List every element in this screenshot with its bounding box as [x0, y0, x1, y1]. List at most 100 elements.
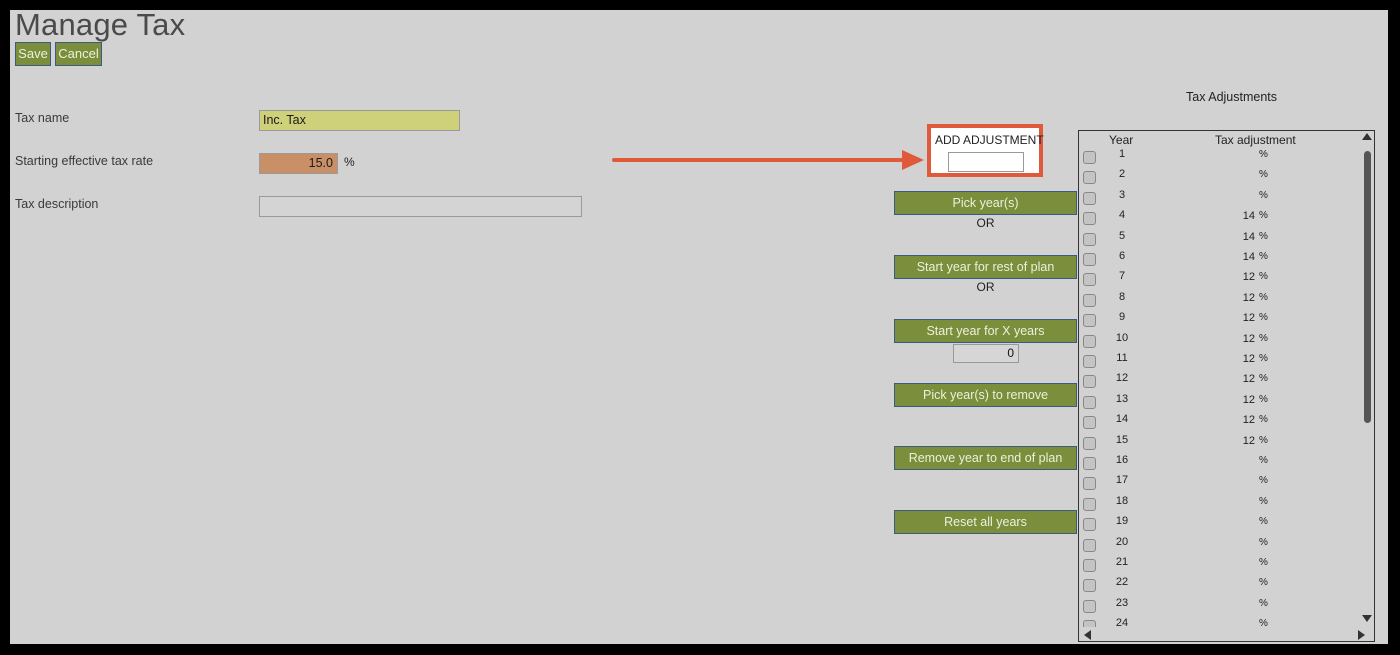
starting-tax-rate-label: Starting effective tax rate: [15, 154, 154, 168]
row-percent-sign: %: [1259, 597, 1268, 609]
row-percent-sign: %: [1259, 455, 1268, 466]
row-checkbox[interactable]: [1083, 457, 1096, 470]
tax-name-input[interactable]: Inc. Tax: [259, 110, 460, 131]
row-percent-sign: %: [1259, 516, 1268, 528]
row-percent-sign: %: [1259, 230, 1268, 242]
row-checkbox[interactable]: [1083, 579, 1096, 593]
chevron-left-icon[interactable]: [1084, 630, 1091, 640]
row-checkbox[interactable]: [1083, 477, 1096, 491]
row-checkbox[interactable]: [1083, 559, 1096, 572]
percent-sign: %: [344, 155, 355, 169]
row-checkbox[interactable]: [1083, 599, 1096, 613]
row-checkbox[interactable]: [1083, 497, 1096, 511]
row-adjustment-value[interactable]: 14: [1215, 251, 1255, 263]
chevron-right-icon[interactable]: [1358, 630, 1365, 640]
pick-years-button[interactable]: Pick year(s): [894, 191, 1077, 215]
reset-all-years-button[interactable]: Reset all years: [894, 510, 1077, 534]
row-adjustment-value[interactable]: 14: [1215, 231, 1255, 243]
row-percent-sign: %: [1259, 251, 1268, 262]
page-title: Manage Tax: [15, 10, 186, 42]
row-year: 4: [1118, 209, 1126, 222]
row-checkbox[interactable]: [1083, 293, 1096, 307]
row-checkbox[interactable]: [1083, 191, 1096, 205]
row-percent-sign: %: [1259, 149, 1268, 160]
row-adjustment-value[interactable]: 12: [1215, 333, 1255, 345]
table-row: 10 12%: [1079, 331, 1359, 351]
start-year-x-years-button[interactable]: Start year for X years: [894, 319, 1077, 343]
row-checkbox[interactable]: [1083, 273, 1096, 287]
row-year: 8: [1118, 290, 1126, 303]
scrollbar-thumb[interactable]: [1364, 151, 1371, 423]
row-percent-sign: %: [1259, 353, 1268, 364]
row-checkbox[interactable]: [1083, 416, 1096, 430]
tax-description-input[interactable]: [259, 196, 582, 217]
table-row: 3%: [1079, 188, 1359, 208]
row-adjustment-value[interactable]: 12: [1215, 292, 1255, 304]
row-checkbox[interactable]: [1083, 395, 1096, 409]
row-year: 13: [1115, 392, 1129, 405]
chevron-up-icon[interactable]: [1362, 133, 1372, 140]
row-percent-sign: %: [1259, 291, 1268, 303]
save-button[interactable]: Save: [15, 42, 51, 66]
table-row: 13 12%: [1079, 392, 1359, 412]
starting-tax-rate-input[interactable]: 15.0: [259, 153, 338, 174]
app-window: Manage Tax Save Cancel Tax name Inc. Tax…: [10, 10, 1388, 644]
start-year-rest-of-plan-button[interactable]: Start year for rest of plan: [894, 255, 1077, 279]
row-adjustment-value[interactable]: 12: [1215, 271, 1255, 283]
row-percent-sign: %: [1259, 557, 1268, 568]
row-year: 2: [1118, 168, 1126, 181]
arrow-right-icon: [612, 150, 924, 170]
table-row: 19%: [1079, 514, 1359, 534]
column-header-tax-adjustment: Tax adjustment: [1215, 133, 1296, 147]
row-year: 21: [1115, 556, 1129, 568]
tax-adjustments-table[interactable]: Year Tax adjustment 1% 2% 3% 4 14% 5 14% 6 14% 7 1…: [1078, 130, 1375, 642]
row-checkbox[interactable]: [1083, 212, 1096, 226]
row-checkbox[interactable]: [1083, 232, 1096, 246]
row-year: 1: [1118, 148, 1126, 160]
row-adjustment-value[interactable]: 12: [1215, 394, 1255, 406]
row-checkbox[interactable]: [1083, 355, 1096, 368]
row-checkbox[interactable]: [1083, 253, 1096, 266]
add-adjustment-box: ADD ADJUSTMENT: [927, 124, 1044, 177]
row-percent-sign: %: [1259, 475, 1268, 487]
table-row: 23%: [1079, 596, 1359, 616]
row-checkbox[interactable]: [1083, 518, 1096, 532]
row-checkbox[interactable]: [1083, 436, 1096, 450]
row-percent-sign: %: [1259, 577, 1268, 589]
row-checkbox[interactable]: [1083, 151, 1096, 164]
tax-description-label: Tax description: [15, 197, 99, 211]
remove-year-to-end-button[interactable]: Remove year to end of plan: [894, 446, 1077, 470]
row-year: 14: [1115, 413, 1129, 426]
x-years-input[interactable]: 0: [953, 344, 1019, 363]
row-year: 19: [1115, 515, 1129, 528]
row-checkbox[interactable]: [1083, 538, 1096, 552]
row-checkbox[interactable]: [1083, 171, 1096, 185]
vertical-scrollbar[interactable]: [1360, 131, 1374, 627]
add-adjustment-input[interactable]: [948, 152, 1024, 172]
row-year: 17: [1115, 474, 1129, 487]
row-year: 22: [1115, 576, 1129, 589]
row-adjustment-value[interactable]: 12: [1215, 414, 1255, 426]
pick-years-to-remove-button[interactable]: Pick year(s) to remove: [894, 383, 1077, 407]
chevron-down-icon[interactable]: [1362, 615, 1372, 622]
row-adjustment-value[interactable]: 12: [1215, 435, 1255, 447]
row-year: 18: [1115, 494, 1129, 507]
row-adjustment-value[interactable]: 12: [1215, 373, 1255, 385]
row-adjustment-value[interactable]: 12: [1215, 353, 1255, 365]
column-header-year: Year: [1109, 133, 1134, 147]
row-percent-sign: %: [1259, 536, 1268, 548]
row-adjustment-value[interactable]: 14: [1215, 210, 1255, 222]
table-row: 20%: [1079, 535, 1359, 555]
table-row: 12 12%: [1079, 371, 1359, 391]
table-row: 17%: [1079, 473, 1359, 493]
cancel-button[interactable]: Cancel: [55, 42, 102, 66]
add-adjustment-label: ADD ADJUSTMENT: [935, 133, 1044, 147]
table-row: 2%: [1079, 167, 1359, 187]
horizontal-scrollbar[interactable]: [1079, 627, 1374, 641]
row-adjustment-value[interactable]: 12: [1215, 312, 1255, 324]
row-year: 3: [1118, 188, 1126, 201]
row-checkbox[interactable]: [1083, 314, 1096, 328]
row-checkbox[interactable]: [1083, 334, 1096, 348]
row-checkbox[interactable]: [1083, 375, 1096, 389]
row-year: 15: [1115, 433, 1129, 446]
